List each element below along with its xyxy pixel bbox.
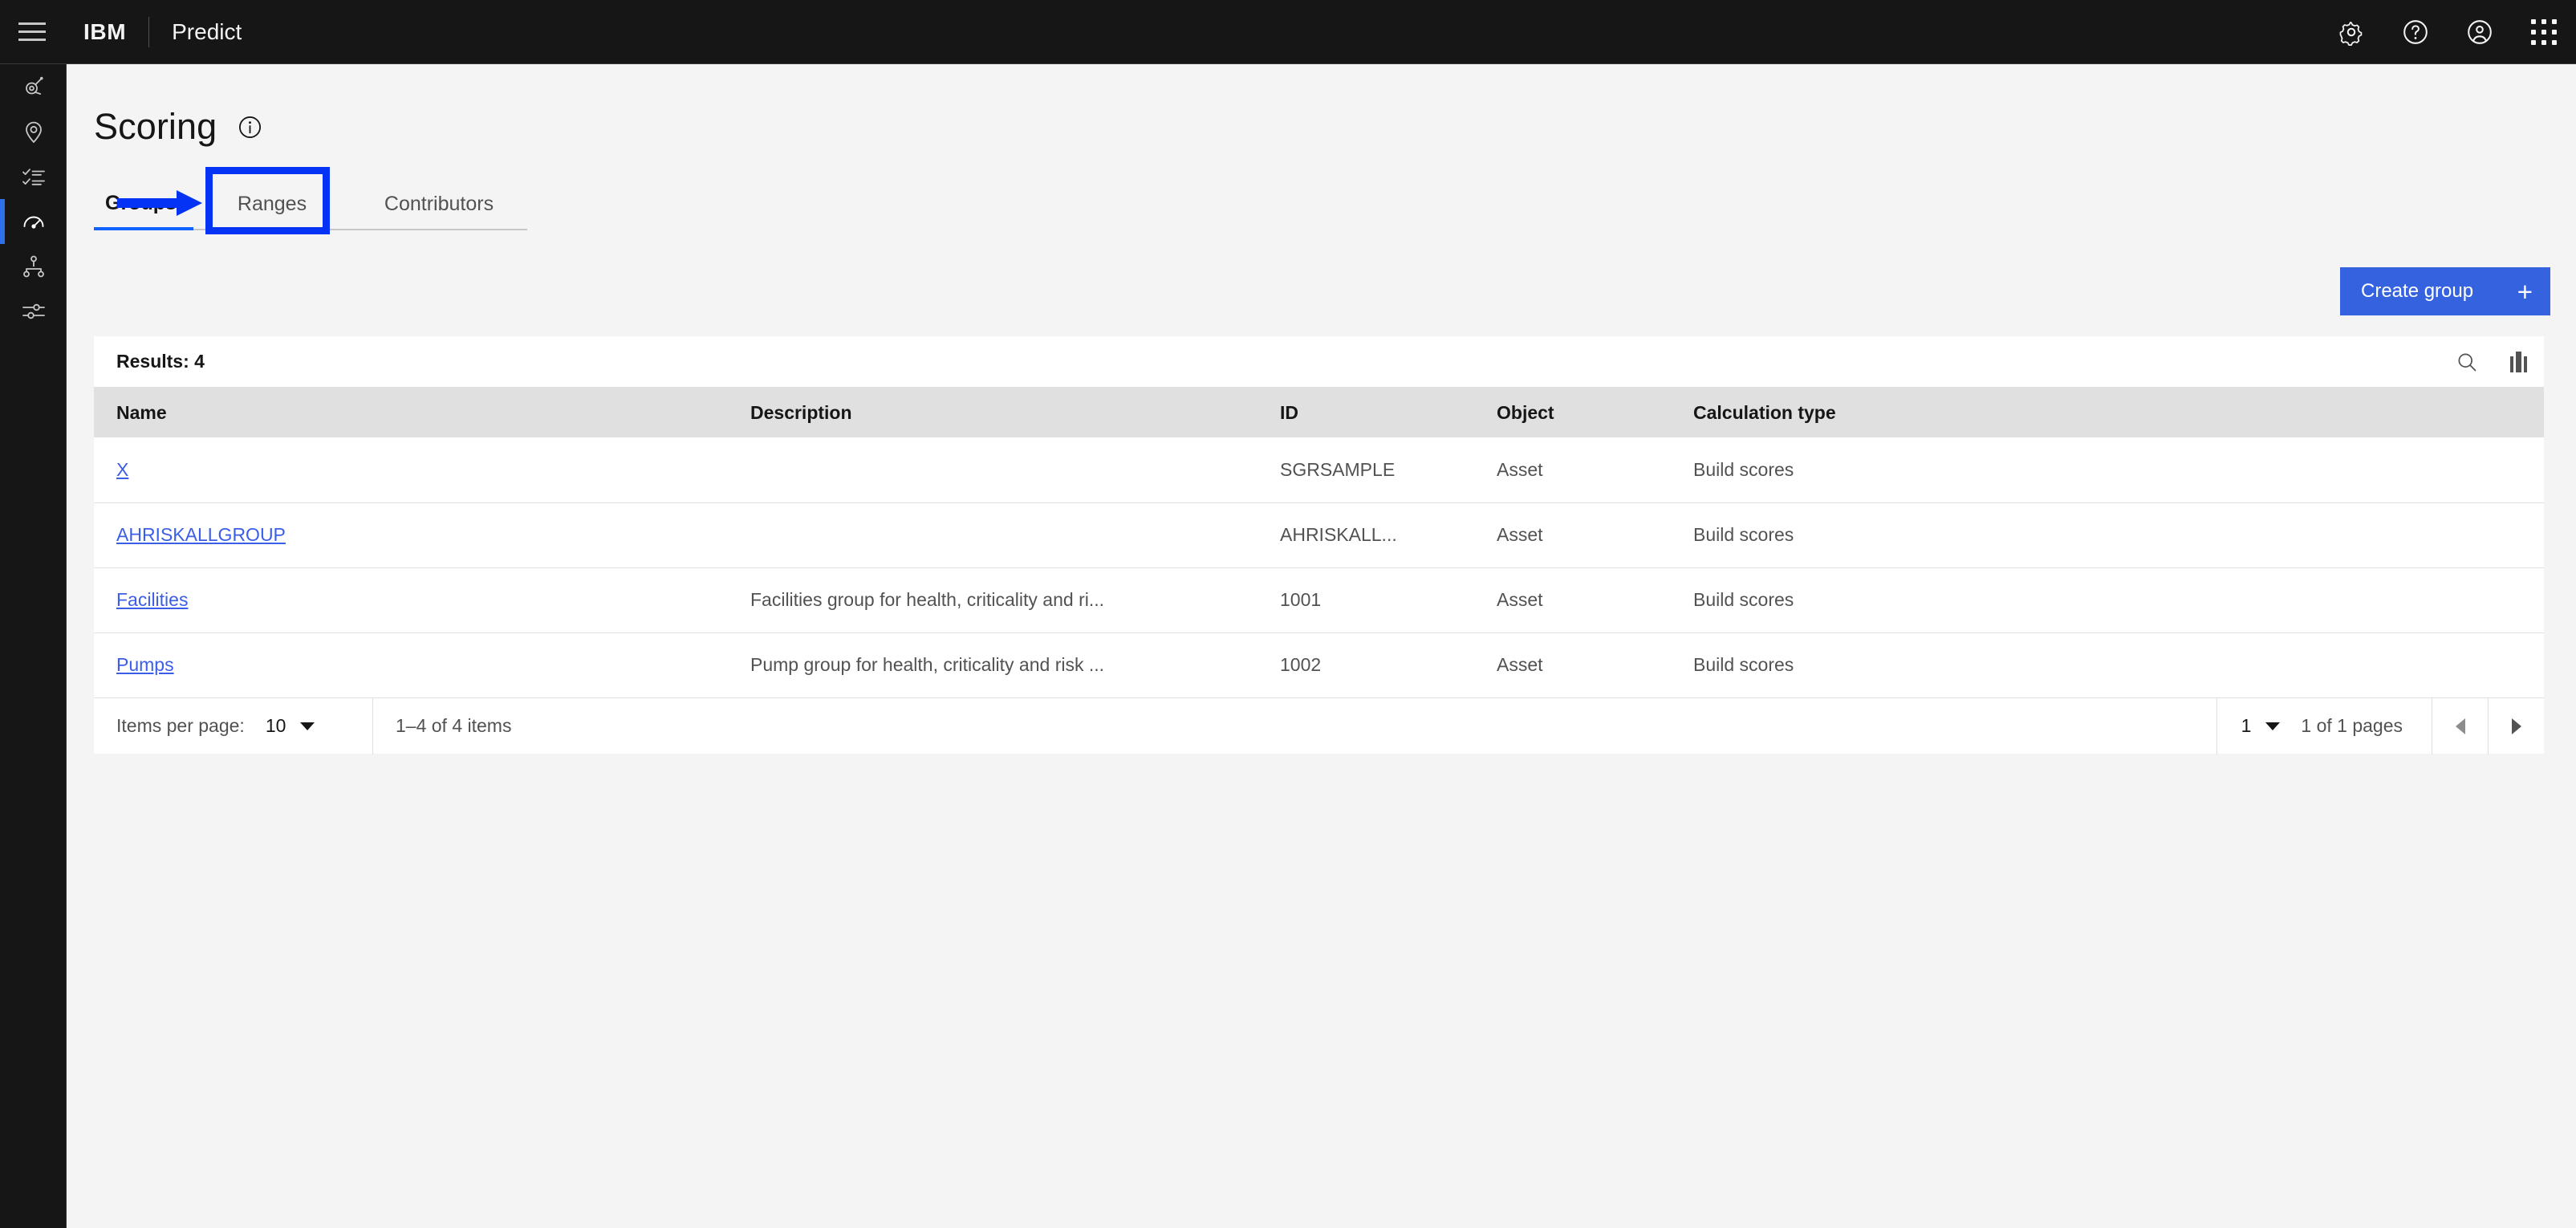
cell-object: Asset xyxy=(1497,458,1543,480)
cell-id: 1002 xyxy=(1280,654,1322,676)
information-circle-icon[interactable] xyxy=(238,115,262,140)
groups-table-container: Results: 4 Name Description ID Object Ca… xyxy=(94,336,2544,754)
chevron-down-icon xyxy=(2265,722,2281,730)
cell-id: 1001 xyxy=(1280,589,1322,610)
cell-description: Pump group for health, criticality and r… xyxy=(750,654,1105,676)
cell-name: X xyxy=(94,437,728,502)
search-icon[interactable] xyxy=(2441,336,2493,388)
cell-calculation-type: Build scores xyxy=(1693,589,1794,610)
group-name-link[interactable]: AHRISKALLGROUP xyxy=(116,524,286,545)
cell-id: AHRISKALL... xyxy=(1280,524,1397,545)
header-icon-group xyxy=(2319,0,2576,64)
groups-table: Name Description ID Object Calculation t… xyxy=(94,388,2544,697)
column-header-object[interactable]: Object xyxy=(1474,388,1671,437)
table-row: X SGRSAMPLE Asset Build scores xyxy=(94,437,2544,502)
tabs-container: Groups Ranges Contributors xyxy=(67,167,2576,234)
settings-gear-icon[interactable] xyxy=(2319,0,2383,64)
table-body: X SGRSAMPLE Asset Build scores AHRISKALL… xyxy=(94,437,2544,697)
cell-name: Pumps xyxy=(94,632,728,697)
cell-calculation-type: Build scores xyxy=(1693,458,1794,480)
cell-description xyxy=(728,437,1258,502)
cell-calculation-type: Build scores xyxy=(1693,524,1794,545)
column-header-id[interactable]: ID xyxy=(1258,388,1474,437)
help-question-icon[interactable] xyxy=(2383,0,2448,64)
group-name-link[interactable]: Facilities xyxy=(116,589,188,610)
cell-object: Asset xyxy=(1497,654,1543,676)
page-title: Scoring xyxy=(94,106,217,147)
items-per-page-select[interactable]: 10 xyxy=(266,715,315,737)
column-header-name[interactable]: Name xyxy=(94,388,728,437)
group-name-link[interactable]: Pumps xyxy=(116,654,174,675)
sidebar-item-tasks[interactable] xyxy=(0,154,67,199)
sidebar-item-asset[interactable] xyxy=(0,64,67,109)
column-settings-icon[interactable] xyxy=(2493,336,2544,388)
cell-id: SGRSAMPLE xyxy=(1280,458,1396,480)
create-group-button[interactable]: Create group + xyxy=(2340,267,2550,315)
items-per-page-label: Items per page: xyxy=(116,715,245,736)
table-header: Name Description ID Object Calculation t… xyxy=(94,388,2544,437)
tab-groups[interactable]: Groups xyxy=(94,180,193,230)
user-avatar-icon[interactable] xyxy=(2448,0,2512,64)
page-number-value: 1 xyxy=(2241,715,2252,736)
left-sidebar xyxy=(0,64,67,1228)
table-pagination: Items per page: 10 1–4 of 4 items 1 1 of… xyxy=(94,697,2544,754)
table-header-row: Name Description ID Object Calculation t… xyxy=(94,388,2544,437)
tab-ranges[interactable]: Ranges xyxy=(193,180,351,230)
total-pages-label: 1 of 1 pages xyxy=(2301,715,2403,736)
previous-page-button[interactable] xyxy=(2432,697,2488,754)
create-group-label: Create group xyxy=(2361,280,2474,302)
table-toolbar: Results: 4 xyxy=(94,336,2544,388)
sidebar-item-settings[interactable] xyxy=(0,289,67,334)
sidebar-item-location[interactable] xyxy=(0,109,67,154)
items-per-page-value: 10 xyxy=(265,715,286,736)
page-header: Scoring xyxy=(67,64,2576,148)
tab-contributors[interactable]: Contributors xyxy=(351,180,527,230)
caret-right-icon xyxy=(2511,718,2521,734)
results-count-label: Results: 4 xyxy=(116,351,205,372)
tab-list: Groups Ranges Contributors xyxy=(94,180,800,230)
cell-calculation-type: Build scores xyxy=(1693,654,1794,676)
table-row: AHRISKALLGROUP AHRISKALL... Asset Build … xyxy=(94,502,2544,567)
header-divider xyxy=(148,16,150,47)
product-name: Predict xyxy=(172,18,242,44)
sidebar-item-scoring[interactable] xyxy=(0,199,67,244)
brand-ibm: IBM xyxy=(83,18,127,44)
cell-object: Asset xyxy=(1497,589,1543,610)
cell-object: Asset xyxy=(1497,524,1543,545)
cell-description xyxy=(728,502,1258,567)
main-content: Scoring Groups Ranges Contributors Creat… xyxy=(67,64,2576,1228)
top-header: IBM Predict xyxy=(0,0,2576,64)
column-header-calculation-type[interactable]: Calculation type xyxy=(1671,388,2544,437)
table-row: Pumps Pump group for health, criticality… xyxy=(94,632,2544,697)
chevron-down-icon xyxy=(300,722,315,730)
column-header-description[interactable]: Description xyxy=(728,388,1258,437)
group-name-link[interactable]: X xyxy=(116,459,128,480)
table-row: Facilities Facilities group for health, … xyxy=(94,567,2544,632)
app-switcher-grid-icon[interactable] xyxy=(2512,0,2576,64)
cell-description: Facilities group for health, criticality… xyxy=(750,589,1105,610)
page-number-select[interactable]: 1 xyxy=(2216,697,2302,754)
cell-name: AHRISKALLGROUP xyxy=(94,502,728,567)
plus-icon: + xyxy=(2517,276,2533,307)
sidebar-item-hierarchy[interactable] xyxy=(0,244,67,289)
hamburger-menu-icon[interactable] xyxy=(0,0,64,64)
items-range-label: 1–4 of 4 items xyxy=(396,715,512,736)
next-page-button[interactable] xyxy=(2488,697,2544,754)
caret-left-icon xyxy=(2455,718,2465,734)
cell-name: Facilities xyxy=(94,567,728,632)
items-per-page-group: Items per page: 10 xyxy=(94,697,373,754)
create-group-row: Create group + xyxy=(67,267,2576,315)
